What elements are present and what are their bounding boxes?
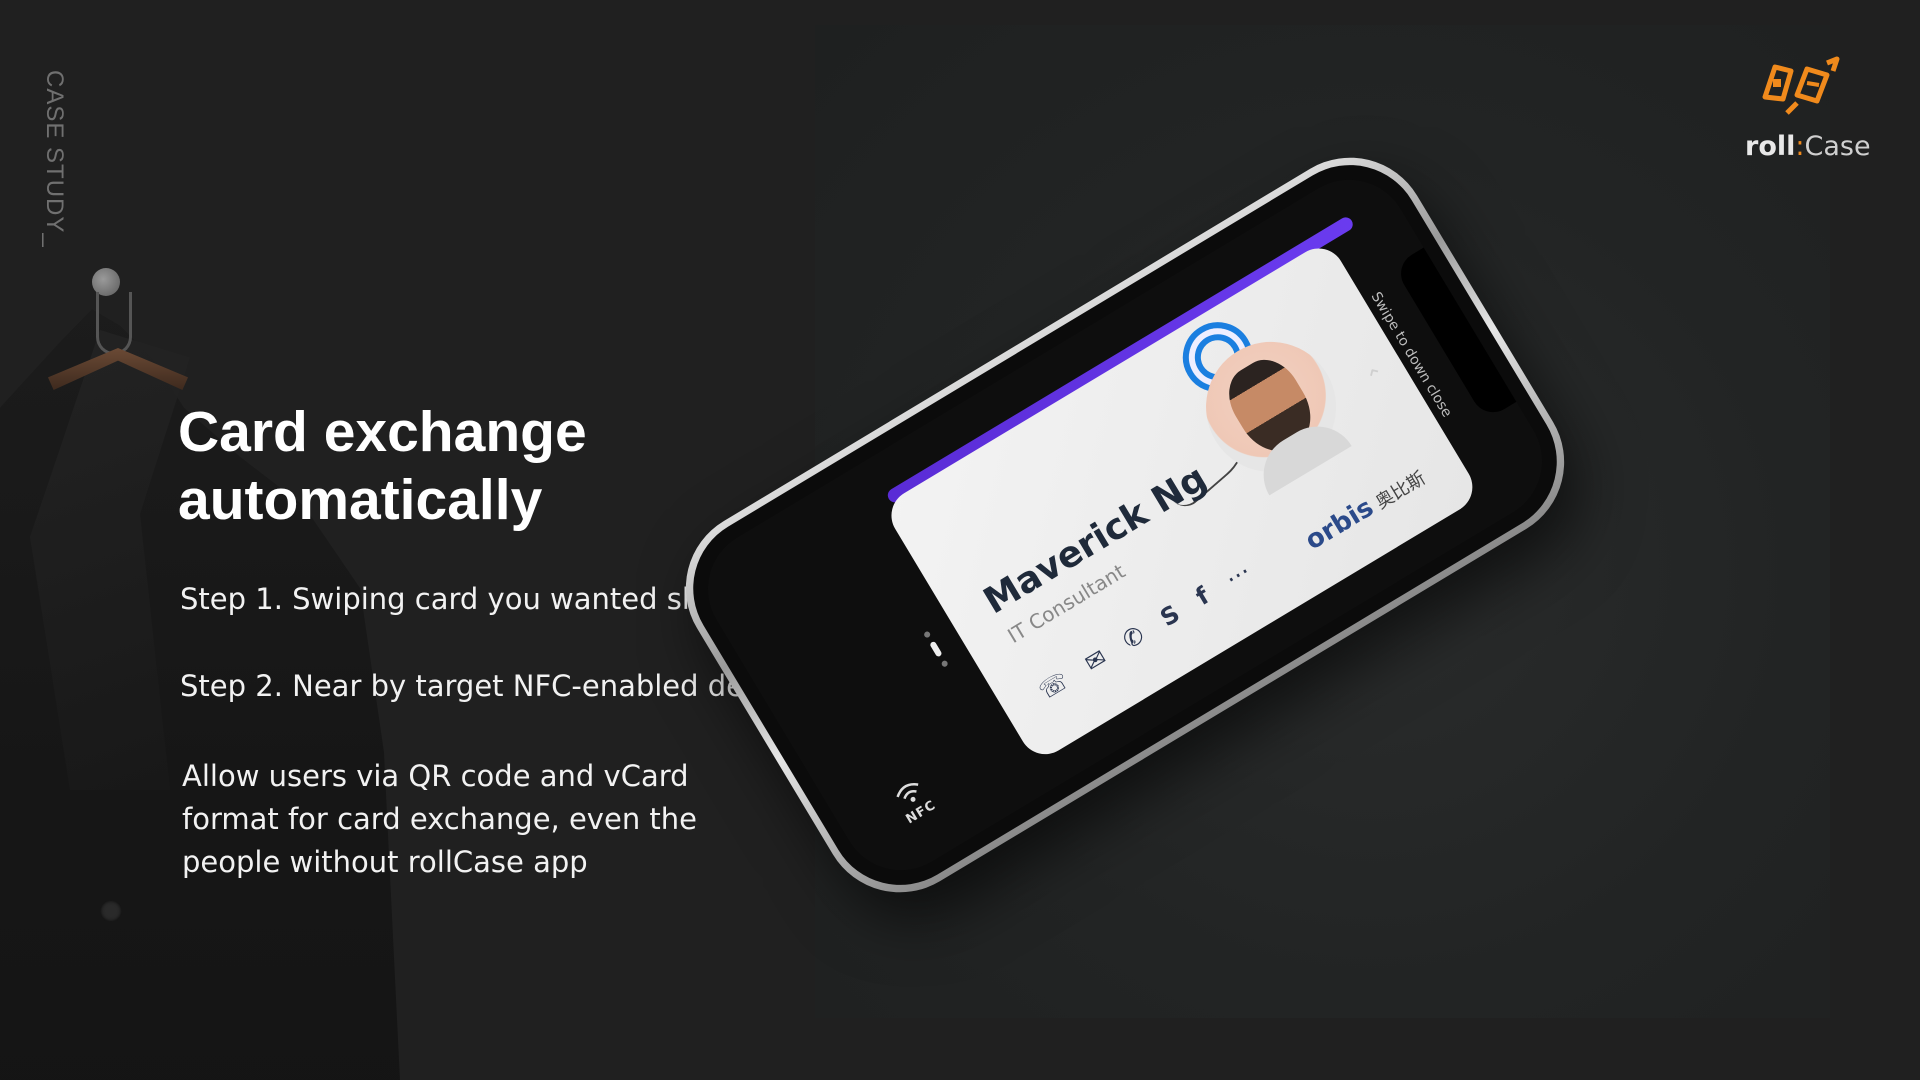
case-study-label: CASE STUDY_	[41, 70, 68, 248]
brand-name-cn: 奥比斯	[1372, 467, 1430, 514]
page-title: Card exchange automatically	[178, 398, 698, 534]
pager-dot-active	[929, 640, 943, 658]
step-2-text: Step 2. Near by target NFC-enabled devic…	[180, 669, 819, 703]
rollcase-logo-icon	[1762, 56, 1840, 115]
whatsapp-icon[interactable]: ✆	[1118, 621, 1150, 655]
more-icon[interactable]: ⋯	[1220, 557, 1255, 593]
title-line-2: automatically	[178, 468, 543, 532]
phone-icon[interactable]: ☏	[1034, 666, 1074, 705]
orbis-brand-logo: orbis奥比斯	[1300, 462, 1430, 557]
title-line-1: Card exchange	[178, 400, 587, 464]
rollcase-logo: roll:Case	[1745, 55, 1871, 162]
pager-dot	[940, 659, 949, 668]
skype-icon[interactable]: S	[1155, 599, 1184, 632]
description-line-1: Allow users via QR code and vCard	[182, 759, 689, 793]
brand-name: orbis	[1300, 492, 1379, 557]
description-line-2: format for card exchange, even the	[182, 802, 698, 836]
facebook-icon[interactable]: f	[1191, 582, 1214, 611]
card-pager-dots	[923, 630, 949, 668]
logo-word-roll: roll	[1745, 131, 1796, 162]
logo-word-case: Case	[1804, 131, 1871, 162]
nfc-indicator: NFC	[890, 776, 939, 827]
description-text: Allow users via QR code and vCard format…	[182, 755, 742, 884]
rollcase-logo-text: roll:Case	[1745, 131, 1871, 162]
hanger-wire	[96, 292, 132, 355]
pager-dot	[923, 630, 932, 639]
suit-button	[100, 900, 122, 922]
description-line-3: people without rollCase app	[182, 845, 588, 879]
mail-icon[interactable]: ✉	[1080, 643, 1112, 677]
